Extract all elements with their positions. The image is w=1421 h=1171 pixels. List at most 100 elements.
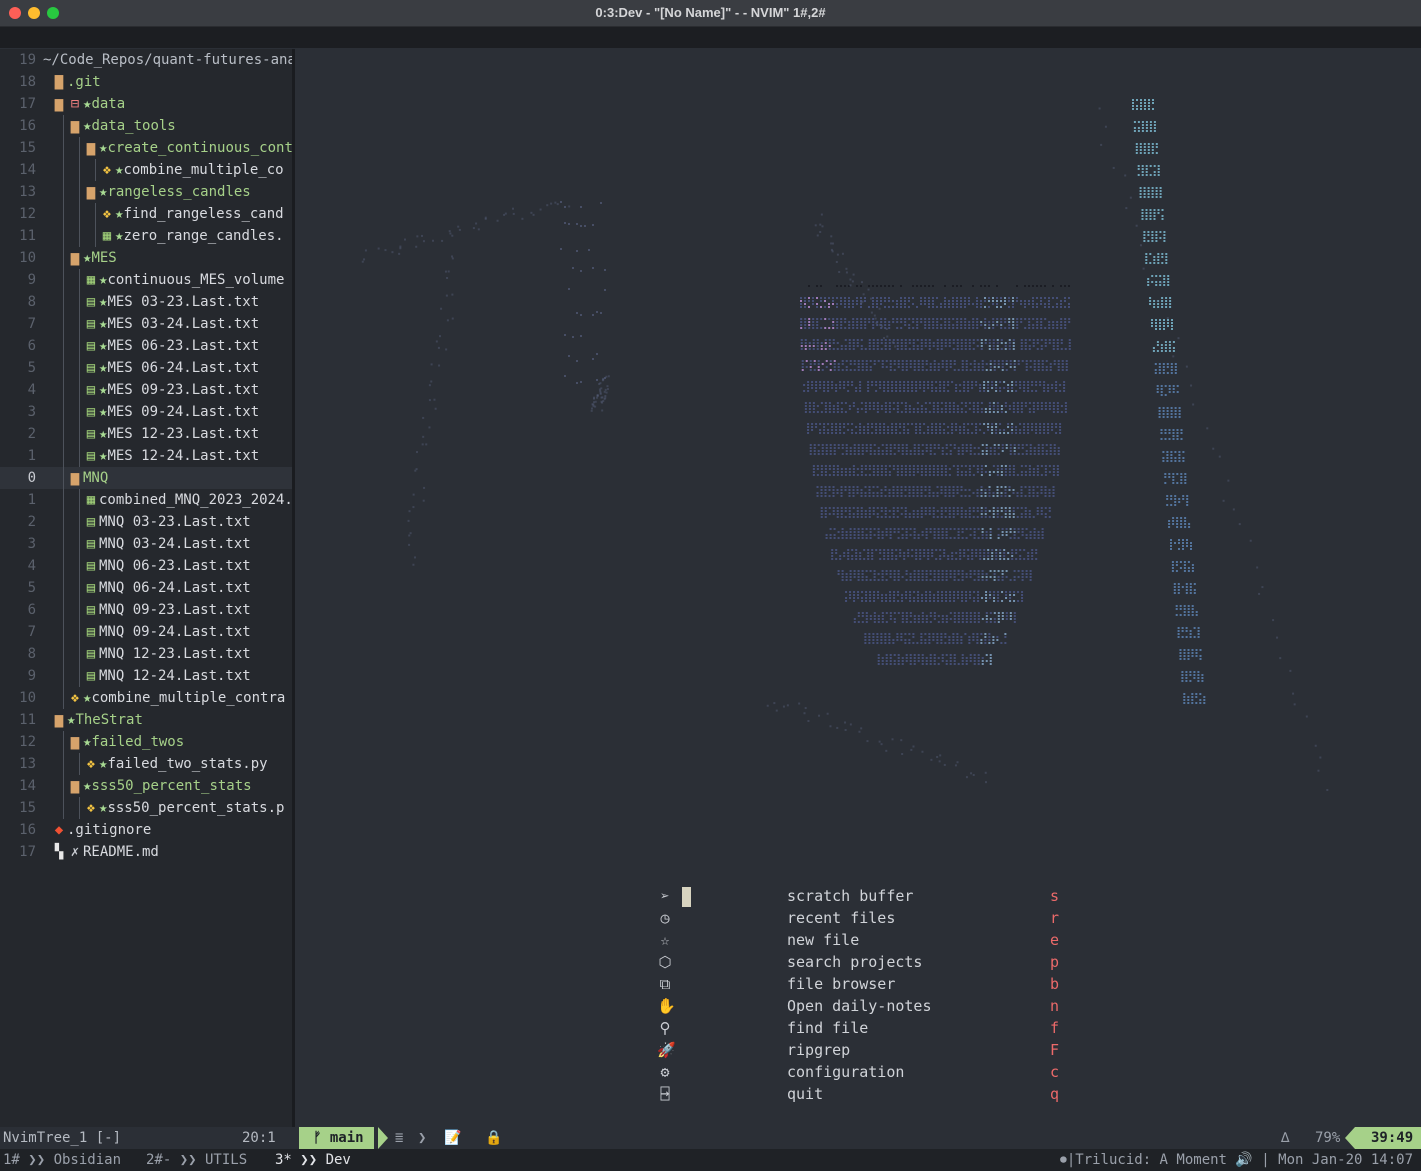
exit-icon: ⍈ xyxy=(660,1085,670,1103)
indent-guide xyxy=(63,643,64,665)
tree-row[interactable]: 9 ▦ ★continuous_MES_volume xyxy=(0,269,292,291)
tree-row[interactable]: 10 ❖ ★combine_multiple_contra xyxy=(0,687,292,709)
line-number: 1 xyxy=(27,492,36,508)
folder-name: sss50_percent_stats xyxy=(91,778,252,794)
text-file-icon: ▤ xyxy=(86,360,96,376)
line-number: 6 xyxy=(27,338,36,354)
dashboard-item[interactable]: ✋ Open daily-notes n xyxy=(295,995,1421,1017)
line-number: 13 xyxy=(19,756,36,772)
indent-guide xyxy=(63,665,64,687)
dashboard-item-shortcut: s xyxy=(1050,887,1060,905)
file-name: failed_two_stats.py xyxy=(107,756,268,772)
dashboard-item[interactable]: ⧉ file browser b xyxy=(295,973,1421,995)
line-number: 13 xyxy=(19,184,36,200)
tree-row[interactable]: 12 ❖ ★find_rangeless_cand xyxy=(0,203,292,225)
lock-icon: 🔒 xyxy=(485,1130,503,1146)
file-name: MES 09-24.Last.txt xyxy=(107,404,260,420)
maximize-window-button[interactable] xyxy=(47,7,59,19)
tree-row[interactable]: 1 ▦ combined_MNQ_2023_2024. xyxy=(0,489,292,511)
tree-row[interactable]: 11 ▦ ★zero_range_candles. xyxy=(0,225,292,247)
tree-row[interactable]: 8 ▤ ★MES 03-23.Last.txt xyxy=(0,291,292,313)
indent-guide xyxy=(63,269,64,291)
tree-row[interactable]: 17 ▆ ⊟ ★data xyxy=(0,93,292,115)
tmux-window-tab[interactable]: 3* ❯❯ Dev xyxy=(275,1149,351,1171)
line-number: 0 xyxy=(27,470,36,486)
tree-row[interactable]: 17 ▚ ✗ README.md xyxy=(0,841,292,863)
window-titlebar: 0:3:Dev - "[No Name]" - - NVIM" 1#,2# xyxy=(0,0,1421,27)
text-file-icon: ▤ xyxy=(86,580,96,596)
tree-row[interactable]: 2 ▤ MNQ 03-23.Last.txt xyxy=(0,511,292,533)
tree-row[interactable]: 3 ▤ ★MES 09-24.Last.txt xyxy=(0,401,292,423)
indent-guide xyxy=(63,533,64,555)
collapse-box-icon[interactable]: ⊟ xyxy=(67,93,83,115)
minimize-window-button[interactable] xyxy=(28,7,40,19)
tree-row[interactable]: 6 ▤ MNQ 09-23.Last.txt xyxy=(0,599,292,621)
dashboard-item[interactable]: ⬡ search projects p xyxy=(295,951,1421,973)
indent-guide xyxy=(63,577,64,599)
tree-row[interactable]: 7 ▤ ★MES 03-24.Last.txt xyxy=(0,313,292,335)
indent-guide xyxy=(79,797,80,819)
python-file-icon: ❖ xyxy=(86,756,96,772)
dashboard-item-shortcut: e xyxy=(1050,931,1060,949)
nvim-tree-sidebar[interactable]: 19 ~/Code_Repos/quant-futures-anal 18 ▇ .git… xyxy=(0,49,292,1127)
tmux-window-tab[interactable]: 1# ❯❯ Obsidian xyxy=(3,1149,121,1171)
indent-guide xyxy=(79,159,80,181)
file-name: MNQ 03-23.Last.txt xyxy=(99,514,251,530)
tmux-window-tab[interactable]: 2#- ❯❯ UTILS xyxy=(146,1149,247,1171)
dashboard-item[interactable]: ⍈ quit q xyxy=(295,1083,1421,1105)
git-branch-badge[interactable]: ᚠ main xyxy=(299,1127,374,1149)
indent-guide xyxy=(79,599,80,621)
folder-name: rangeless_candles xyxy=(107,184,251,200)
tree-row[interactable]: 12 ▆ ★failed_twos xyxy=(0,731,292,753)
tree-row[interactable]: 4 ▤ ★MES 09-23.Last.txt xyxy=(0,379,292,401)
tree-row[interactable]: 13 ❖ ★failed_two_stats.py xyxy=(0,753,292,775)
dashboard-item[interactable]: ☆ new file e xyxy=(295,929,1421,951)
tree-row[interactable]: 14 ❖ ★combine_multiple_co xyxy=(0,159,292,181)
tree-row[interactable]: 11 ▆ ★TheStrat xyxy=(0,709,292,731)
tree-row[interactable]: 15 ❖ ★sss50_percent_stats.p xyxy=(0,797,292,819)
tree-row[interactable]: 1 ▤ ★MES 12-24.Last.txt xyxy=(0,445,292,467)
line-number: 15 xyxy=(19,800,36,816)
tree-row[interactable]: 15 ▆ ★create_continuous_cont xyxy=(0,137,292,159)
hand-icon: ✋ xyxy=(657,997,676,1015)
dashboard-item[interactable]: ➢ scratch buffer s xyxy=(295,885,1421,907)
tree-row[interactable]: 14 ▆ ★sss50_percent_stats xyxy=(0,775,292,797)
tree-row[interactable]: 8 ▤ MNQ 12-23.Last.txt xyxy=(0,643,292,665)
indent-guide xyxy=(79,621,80,643)
close-window-button[interactable] xyxy=(9,7,21,19)
dashboard-item[interactable]: ⚲ find file f xyxy=(295,1017,1421,1039)
tree-row[interactable]: 19 ~/Code_Repos/quant-futures-anal xyxy=(0,49,292,71)
file-name: continuous_MES_volume xyxy=(107,272,285,288)
tree-row[interactable]: 16 ▆ ★data_tools xyxy=(0,115,292,137)
tree-row[interactable]: 2 ▤ ★MES 12-23.Last.txt xyxy=(0,423,292,445)
tree-row[interactable]: 10 ▆ ★MES xyxy=(0,247,292,269)
tree-row[interactable]: 4 ▤ MNQ 06-23.Last.txt xyxy=(0,555,292,577)
star-icon: ☆ xyxy=(660,931,670,949)
tree-row[interactable]: 6 ▤ ★MES 06-23.Last.txt xyxy=(0,335,292,357)
indent-guide xyxy=(63,445,64,467)
file-name: MNQ 09-23.Last.txt xyxy=(99,602,251,618)
tree-row[interactable]: 5 ▤ MNQ 06-24.Last.txt xyxy=(0,577,292,599)
tree-row[interactable]: 18 ▇ .git xyxy=(0,71,292,93)
text-file-icon: ▤ xyxy=(86,294,96,310)
tree-row[interactable]: 9 ▤ MNQ 12-24.Last.txt xyxy=(0,665,292,687)
text-file-icon: ▤ xyxy=(86,536,96,552)
vim-tabline xyxy=(0,27,1421,48)
line-number: 5 xyxy=(27,360,36,376)
markdown-file-icon: ▚ xyxy=(54,844,64,860)
tree-row[interactable]: 0 ▆ MNQ xyxy=(0,467,292,489)
tree-row[interactable]: 5 ▤ ★MES 06-24.Last.txt xyxy=(0,357,292,379)
line-number: 10 xyxy=(19,690,36,706)
tree-row[interactable]: 7 ▤ MNQ 09-24.Last.txt xyxy=(0,621,292,643)
line-number: 17 xyxy=(19,96,36,112)
dashboard-item[interactable]: ⚙ configuration c xyxy=(295,1061,1421,1083)
tree-row[interactable]: 13 ▆ ★rangeless_candles xyxy=(0,181,292,203)
dashboard-item-shortcut: q xyxy=(1050,1085,1060,1103)
indent-guide xyxy=(63,467,64,489)
tree-row[interactable]: 3 ▤ MNQ 03-24.Last.txt xyxy=(0,533,292,555)
dashboard-item[interactable]: 🚀 ripgrep F xyxy=(295,1039,1421,1061)
dashboard-item[interactable]: ◷ recent files r xyxy=(295,907,1421,929)
tree-row[interactable]: 16 ◆ .gitignore xyxy=(0,819,292,841)
indent-guide xyxy=(79,577,80,599)
folder-icon: ▇ xyxy=(54,74,64,90)
